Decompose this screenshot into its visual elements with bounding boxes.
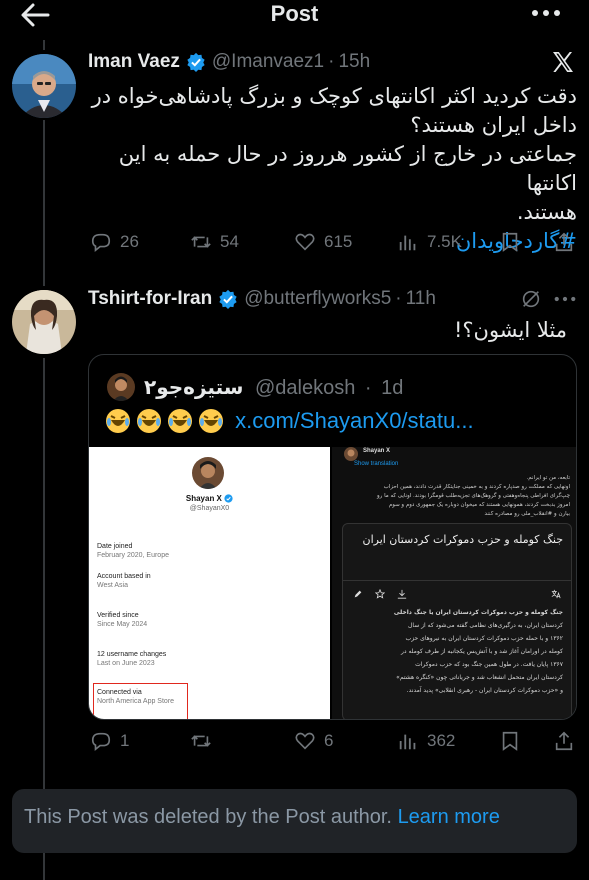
author-name[interactable]: Iman Vaez	[88, 51, 180, 73]
avatar[interactable]	[12, 290, 76, 354]
article-toolbar	[351, 588, 565, 600]
repost-icon	[191, 236, 211, 248]
share-icon	[555, 731, 573, 751]
share-button[interactable]	[553, 730, 575, 752]
views-button[interactable]: 7.5K	[397, 231, 462, 253]
avatar	[344, 447, 358, 461]
bookmark-button[interactable]	[499, 730, 521, 752]
views-count: 7.5K	[427, 232, 462, 251]
share-button[interactable]	[553, 231, 575, 253]
top-bar: Post	[0, 0, 589, 40]
reply-button[interactable]: 26	[90, 231, 139, 253]
laughing-emoji-icon	[137, 409, 161, 434]
author-handle[interactable]: @butterflyworks5	[244, 288, 391, 310]
separator-dot: ·	[328, 51, 335, 72]
thread-line-middle	[43, 120, 45, 286]
attached-image-profile[interactable]: Shayan X @ShayanX0 Date joined February …	[89, 447, 330, 719]
post-time[interactable]: 11h	[406, 288, 436, 310]
grok-icon[interactable]	[520, 288, 542, 310]
more-horizontal-icon[interactable]	[554, 295, 576, 303]
post-text-line: داخل ایران هستند؟	[410, 113, 577, 137]
pencil-icon	[354, 590, 362, 598]
views-button[interactable]: 362	[397, 730, 455, 752]
laughing-emoji-icon	[199, 409, 223, 434]
shot-author: Shayan X	[363, 448, 391, 454]
bookmark-button[interactable]	[499, 231, 521, 253]
info-row: Account based in West Asia	[97, 573, 151, 589]
translate-icon	[551, 589, 561, 599]
page-title: Post	[270, 1, 319, 26]
quoted-post[interactable]: ستیزه‌جو۲ @dalekosh · 1d x.com/ShayanX0/…	[88, 354, 577, 720]
like-count: 615	[324, 232, 353, 251]
download-icon	[397, 589, 407, 599]
deleted-post-notice: This Post was deleted by the Post author…	[12, 789, 577, 853]
reply-button[interactable]: 1	[90, 730, 129, 752]
quoted-author-row: ستیزه‌جو۲ @dalekosh · 1d	[144, 375, 403, 400]
repost-icon	[191, 735, 211, 747]
avatar	[107, 373, 135, 401]
post-text-line: هستند.	[516, 200, 577, 224]
author-name[interactable]: Tshirt-for-Iran	[88, 288, 212, 310]
bookmark-icon	[502, 232, 518, 252]
divider	[343, 580, 571, 581]
quoted-link[interactable]: x.com/ShayanX0/statu...	[235, 408, 473, 433]
views-icon	[399, 734, 416, 750]
info-row: Verified since Since May 2024	[97, 612, 148, 628]
like-count: 6	[324, 731, 334, 750]
reply-count: 26	[120, 232, 139, 251]
author-handle[interactable]: @Imanvaez1	[212, 51, 324, 73]
info-row: Connected via North America App Store	[97, 689, 175, 705]
profile-handle: @ShayanX0	[189, 505, 230, 512]
author-name: ستیزه‌جو۲	[144, 375, 244, 399]
show-translation: Show translation	[354, 461, 399, 467]
post-text-line: جماعتی در خارج از کشور هرروز در حال حمله…	[118, 142, 577, 195]
repost-button[interactable]: 54	[190, 231, 239, 253]
info-row: Date joined February 2020, Europe	[97, 543, 169, 559]
verified-badge-icon	[187, 52, 205, 72]
reply-author-row: Tshirt-for-Iran @butterflyworks5 · 11h	[88, 288, 436, 310]
article-card: جنگ کومله و حزب دموکرات کردستان ایران جن…	[342, 523, 572, 719]
heart-icon	[295, 732, 315, 750]
author-handle: @dalekosh	[254, 377, 356, 399]
deleted-text: This Post was deleted by the Post author…	[24, 806, 392, 828]
avatar[interactable]	[12, 54, 76, 118]
verified-badge-icon	[219, 289, 237, 309]
repost-count: 54	[220, 232, 239, 251]
shot-paragraph: تابعه، من تو ایرانم. اونهایی که مملکت رو…	[377, 475, 570, 517]
thread-line-top	[43, 40, 45, 50]
article-body: جنگ کومله و حزب دموکرات کردستان ایران یا…	[393, 609, 563, 694]
star-icon	[375, 589, 385, 599]
share-icon	[555, 232, 573, 252]
laughing-emoji-icon	[106, 409, 130, 434]
separator-dot: ·	[364, 377, 372, 399]
avatar	[192, 457, 224, 489]
post-time: 1d	[381, 377, 404, 399]
post-body: دقت کردید اکثر اکانتهای کوچک و بزرگ پادش…	[80, 82, 577, 256]
heart-icon	[295, 233, 315, 251]
post-text-line: دقت کردید اکثر اکانتهای کوچک و بزرگ پادش…	[91, 84, 577, 108]
attached-image-post[interactable]: Shayan X Show translation تابعه، من تو ا…	[332, 447, 576, 719]
views-icon	[399, 235, 416, 251]
like-button[interactable]: 615	[294, 231, 352, 253]
reply-icon	[91, 233, 111, 252]
quoted-text: x.com/ShayanX0/statu...	[105, 407, 474, 434]
views-count: 362	[427, 731, 456, 750]
x-logo-icon	[553, 52, 573, 72]
reply-body: مثلا ایشون؟!	[453, 318, 567, 342]
like-button[interactable]: 6	[294, 730, 333, 752]
reply-icon	[91, 732, 111, 751]
repost-button[interactable]	[190, 730, 212, 752]
more-horizontal-icon[interactable]	[531, 6, 561, 20]
post-time[interactable]: 15h	[338, 51, 370, 73]
reply-count: 1	[120, 731, 130, 750]
bookmark-icon	[502, 731, 518, 751]
info-row: 12 username changes Last on June 2023	[97, 651, 167, 667]
article-title: جنگ کومله و حزب دموکرات کردستان ایران	[362, 533, 563, 546]
post-author-row: Iman Vaez @Imanvaez1 · 15h	[88, 51, 370, 73]
verified-badge-icon	[224, 494, 233, 503]
profile-name: Shayan X	[89, 494, 330, 503]
learn-more-link[interactable]: Learn more	[398, 806, 500, 828]
separator-dot: ·	[395, 288, 402, 309]
laughing-emoji-icon	[168, 409, 192, 434]
